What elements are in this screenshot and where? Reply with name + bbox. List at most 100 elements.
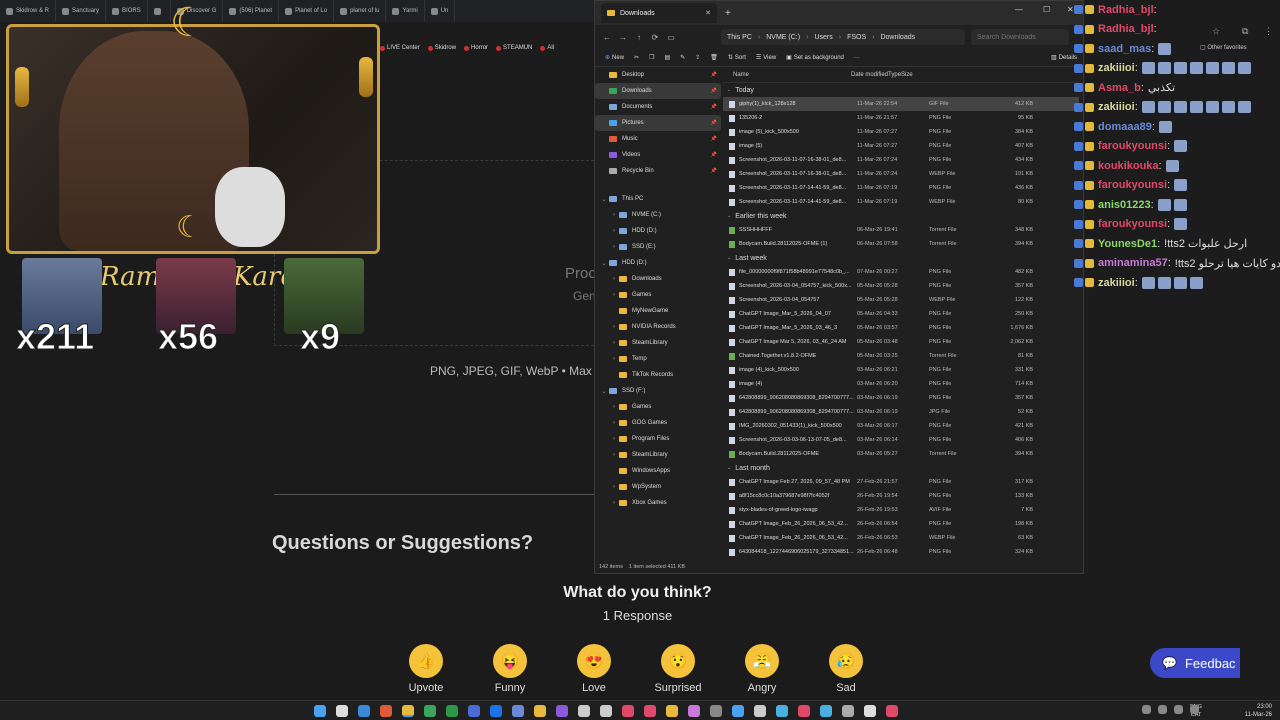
file-row[interactable]: 643084418_1227446906025179_327334851... 2…	[723, 545, 1079, 559]
file-row[interactable]: ChatGPT Image_Feb_26_2026_06_53_42... 26-…	[723, 517, 1079, 531]
breadcrumb-item[interactable]: This PC	[727, 34, 752, 41]
file-group-header[interactable]: ⌄ Last week	[723, 251, 1079, 265]
browser-tab[interactable]: Planet of Lo	[279, 0, 335, 22]
reaction-sad[interactable]: 😥 Sad	[818, 644, 874, 694]
file-row[interactable]: Bodycam.Build.28112025-OFME (1) 06-Mar-26…	[723, 237, 1079, 251]
file-row[interactable]: Screenshot_2026-03-11-07-16-38-01_de8...…	[723, 167, 1079, 181]
share-icon[interactable]: ⇪	[695, 54, 700, 61]
browser-icon[interactable]	[380, 705, 392, 717]
app-icon[interactable]	[666, 705, 678, 717]
chevron-icon[interactable]: ›	[609, 228, 619, 234]
close-icon[interactable]: ✕	[1067, 5, 1074, 14]
chevron-up-icon[interactable]	[1142, 705, 1151, 714]
volume-icon[interactable]	[1190, 705, 1199, 714]
copy-icon[interactable]: ❐	[649, 54, 654, 61]
chevron-down-icon[interactable]: ⌄	[727, 87, 731, 93]
app-icon[interactable]	[820, 705, 832, 717]
nav-item[interactable]: WindowsApps	[595, 463, 721, 479]
reaction-funny[interactable]: 😝 Funny	[482, 644, 538, 694]
app-icon[interactable]	[842, 705, 854, 717]
steam-icon[interactable]	[512, 705, 524, 717]
nav-item[interactable]: › Temp	[595, 351, 721, 367]
search-input[interactable]	[971, 29, 1069, 45]
browser-tab[interactable]: (506) Planet	[223, 0, 280, 22]
close-icon[interactable]: ✕	[705, 9, 711, 17]
nav-item[interactable]: › Games	[595, 287, 721, 303]
file-row[interactable]: Chained.Together.v1.8.2-OFME 05-Mar-26 03…	[723, 349, 1079, 363]
chevron-icon[interactable]: ⌄	[599, 260, 609, 267]
chat-username[interactable]: anis01223	[1098, 199, 1151, 211]
file-row[interactable]: 642808899_906208080869308_8294700777... 0…	[723, 391, 1079, 405]
chat-username[interactable]: Radhia_bjl	[1098, 4, 1154, 16]
up-arrow-icon[interactable]: ↑	[631, 33, 647, 42]
app-icon[interactable]	[754, 705, 766, 717]
clock[interactable]: 23:00 11-Mar-26	[1245, 703, 1272, 719]
file-group-header[interactable]: ⌄ Last month	[723, 461, 1079, 475]
bookmark-item[interactable]: STEAMUN	[496, 45, 532, 51]
app-icon[interactable]	[732, 705, 744, 717]
nav-item[interactable]: ⌄ This PC	[595, 191, 721, 207]
nav-item[interactable]: › Program Files	[595, 431, 721, 447]
chrome-icon[interactable]	[490, 705, 502, 717]
file-row[interactable]: image (5) 11-Mar-26 07:27 PNG File 407 KB	[723, 139, 1079, 153]
browser-tab[interactable]: Yarmi	[386, 0, 425, 22]
browser-tab[interactable]	[148, 0, 171, 22]
nav-item[interactable]: ⌄ HDD (D:)	[595, 255, 721, 271]
xbox-icon[interactable]	[446, 705, 458, 717]
delete-icon[interactable]: 🗑	[710, 54, 718, 61]
bookmark-item[interactable]: All	[540, 45, 554, 51]
file-row[interactable]: ChatGPT Image_Feb_26_2026_06_53_42... 26-…	[723, 531, 1079, 545]
file-row[interactable]: SSSHHHFFF 06-Mar-26 19:41 Torrent File 348 …	[723, 223, 1079, 237]
nav-item[interactable]: Music 📌	[595, 131, 721, 147]
file-row[interactable]: file_00000000f9f871f58b48991e77548c0b_..…	[723, 265, 1079, 279]
nav-item[interactable]: › NVIDIA Records	[595, 319, 721, 335]
chat-username[interactable]: zakiiioi	[1098, 101, 1135, 113]
browser-tab[interactable]: planet of lu	[334, 0, 387, 22]
file-row[interactable]: 135206-2 11-Mar-26 21:57 PNG File 95 KB	[723, 111, 1079, 125]
nav-item[interactable]: › GOG Games	[595, 415, 721, 431]
new-button[interactable]: ⊕ New	[605, 54, 624, 62]
start-icon[interactable]	[314, 705, 326, 717]
reaction-surprised[interactable]: 😯 Surprised	[650, 644, 706, 694]
app-icon[interactable]	[776, 705, 788, 717]
breadcrumb[interactable]: This PC › NVME (C:) › Users › FSOS › Downloads	[721, 29, 965, 45]
reaction-love[interactable]: 😍 Love	[566, 644, 622, 694]
nav-item[interactable]: › NVME (C:)	[595, 207, 721, 223]
rename-icon[interactable]: ✎	[680, 54, 685, 61]
chevron-down-icon[interactable]: ⌄	[727, 213, 731, 219]
file-row[interactable]: ChatGPT Image_Mar_5_2026_03_46_3 05-Mar-2…	[723, 321, 1079, 335]
chat-username[interactable]: zakiiioi	[1098, 277, 1135, 289]
tiktok-icon[interactable]	[622, 705, 634, 717]
app-icon[interactable]	[424, 705, 436, 717]
maximize-icon[interactable]: ☐	[1043, 5, 1050, 14]
refresh-icon[interactable]: ⟳	[647, 33, 663, 42]
file-row[interactable]: Bodycam.Build.28112025-OFME 03-Mar-26 05:…	[723, 447, 1079, 461]
app-icon[interactable]	[710, 705, 722, 717]
file-row[interactable]: IMG_20260302_051433(1)_kick_500x500 03-Ma…	[723, 419, 1079, 433]
file-row[interactable]: Screenshot_2026-03-03-06-13-07-05_de8...…	[723, 433, 1079, 447]
nav-item[interactable]: Pictures 📌	[595, 115, 721, 131]
nav-item[interactable]: Recycle Bin 📌	[595, 163, 721, 179]
file-row[interactable]: Screenshot_2026-03-11-07-14-41-59_de8...…	[723, 195, 1079, 209]
nav-item[interactable]: › WpSystem	[595, 479, 721, 495]
chat-username[interactable]: aminamina57	[1098, 257, 1168, 269]
chat-username[interactable]: zakiiioi	[1098, 62, 1135, 74]
task-view-icon[interactable]	[358, 705, 370, 717]
chevron-icon[interactable]: ›	[609, 356, 619, 362]
file-row[interactable]: Screenshot_2026-03-11-07-14-41-59_de8...…	[723, 181, 1079, 195]
file-row[interactable]: giphy(1)_kick_128x128 11-Mar-26 22:54 GIF …	[723, 97, 1079, 111]
chevron-icon[interactable]: ›	[609, 324, 619, 330]
back-arrow-icon[interactable]: ←	[599, 33, 615, 42]
nav-item[interactable]: Desktop 📌	[595, 67, 721, 83]
chat-username[interactable]: domaaa89	[1098, 121, 1152, 133]
bookmark-item[interactable]: LIVE Center	[380, 45, 420, 51]
chevron-icon[interactable]: ›	[609, 276, 619, 282]
view-button[interactable]: ☰ View	[756, 54, 776, 62]
chevron-icon[interactable]: ›	[609, 404, 619, 410]
search-icon[interactable]	[336, 705, 348, 717]
column-header[interactable]: Date modified	[851, 72, 888, 78]
file-row[interactable]: ChatGPT Image Mar 5, 2026, 03_46_24 AM 05…	[723, 335, 1079, 349]
file-row[interactable]: ChatGPT Image Feb 27, 2026, 09_57_48 PM 2…	[723, 475, 1079, 489]
nav-item[interactable]: › Games	[595, 399, 721, 415]
network-icon[interactable]	[1174, 705, 1183, 714]
